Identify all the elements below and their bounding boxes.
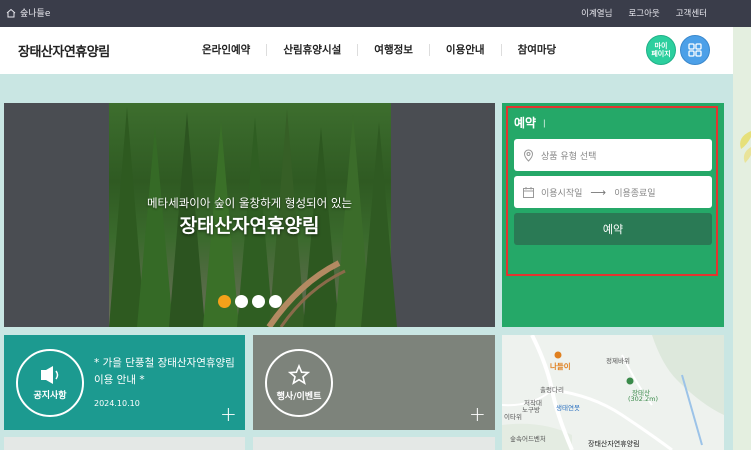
map-label-forest: 장태산자연휴양림 xyxy=(588,440,640,448)
nav-forest-facilities[interactable]: 산림휴양시설 xyxy=(266,44,357,56)
nav-participation[interactable]: 참여마당 xyxy=(500,44,573,56)
notice-label: 공지사항 xyxy=(33,391,67,401)
date-range-field[interactable]: 이용시작일 ⟶ 이용종료일 xyxy=(514,176,712,208)
notice-more-button[interactable]: + xyxy=(220,404,237,424)
hero-title: 장태산자연휴양림 xyxy=(179,215,320,237)
bottom-card-left xyxy=(4,437,245,450)
notice-badge: 공지사항 xyxy=(16,349,84,417)
map-label-chulgeungdari: 출렁다리 xyxy=(540,386,564,394)
notice-date: 2024.10.10 xyxy=(94,399,140,408)
hero-subtitle: 메타세콰이아 숲이 울창하게 형성되어 있는 xyxy=(146,196,353,210)
product-type-select[interactable]: 상품 유형 선택 xyxy=(514,139,712,171)
reservation-panel: 예약 ㅣ 상품 유형 선택 이용시작일 ⟶ 이용종료일 예약 xyxy=(502,103,724,327)
customer-center-link[interactable]: 고객센터 xyxy=(676,7,707,19)
slide-dot-2[interactable] xyxy=(235,295,248,308)
top-utility-bar: 숲나들e 이계열님 로그아웃 고객센터 xyxy=(0,0,751,27)
utility-links: 이계열님 로그아웃 고객센터 xyxy=(581,7,707,19)
main-nav: 온라인예약 산림휴양시설 여행정보 이용안내 참여마당 xyxy=(186,44,572,56)
all-menu-button[interactable] xyxy=(680,35,710,65)
event-more-button[interactable]: + xyxy=(469,404,486,424)
map-label-nogupang: 노구방 xyxy=(522,406,540,414)
map-label-itaba: 이타위 xyxy=(504,413,522,421)
nav-usage-guide[interactable]: 이용안내 xyxy=(428,44,501,56)
grid-icon xyxy=(688,43,702,57)
map-label-narai: 나들이 xyxy=(550,362,571,371)
leaf-decoration-icon xyxy=(740,131,751,163)
bottom-card-right xyxy=(253,437,495,450)
reservation-title: 예약 ㅣ xyxy=(514,114,548,131)
reservation-title-mark: ㅣ xyxy=(540,120,549,130)
slide-dot-4[interactable] xyxy=(269,295,282,308)
end-date-placeholder[interactable]: 이용종료일 xyxy=(614,186,655,199)
reserve-button[interactable]: 예약 xyxy=(514,213,712,245)
home-label: 숲나들e xyxy=(20,9,51,19)
megaphone-icon xyxy=(41,366,59,384)
star-icon xyxy=(288,364,310,385)
logout-link[interactable]: 로그아웃 xyxy=(628,7,659,19)
mypage-button[interactable]: 마이 페이지 xyxy=(646,35,676,65)
arrow-right-icon: ⟶ xyxy=(590,185,607,199)
bridge-graphic xyxy=(266,260,346,327)
slide-indicators xyxy=(218,295,282,308)
home-icon xyxy=(6,8,16,17)
home-link[interactable]: 숲나들e xyxy=(6,6,50,19)
location-pin-icon xyxy=(523,148,534,162)
event-card[interactable]: 행사/이벤트 + xyxy=(253,335,495,430)
map-label-sukei: 숲속어드벤처 xyxy=(510,435,546,443)
event-badge: 행사/이벤트 xyxy=(265,349,333,417)
mypage-label: 마이 페이지 xyxy=(651,42,671,58)
hero-banner[interactable]: 메타세콰이아 숲이 울창하게 형성되어 있는 장태산자연휴양림 xyxy=(4,103,495,327)
event-label: 행사/이벤트 xyxy=(276,392,322,402)
slide-dot-1[interactable] xyxy=(218,295,231,308)
map-label-saengtae: 생태연못 xyxy=(556,404,580,412)
start-date-placeholder[interactable]: 이용시작일 xyxy=(541,186,582,199)
user-name-link[interactable]: 이계열님 xyxy=(581,7,612,19)
product-type-placeholder: 상품 유형 선택 xyxy=(541,151,597,162)
site-logo[interactable]: 장태산자연휴양림 xyxy=(18,41,110,60)
nav-online-reservation[interactable]: 온라인예약 xyxy=(186,44,266,56)
notice-card[interactable]: 공지사항 * 가을 단풍철 장태산자연휴양림 이용 안내 * 2024.10.1… xyxy=(4,335,245,430)
map-label-elevation: (302.2m) xyxy=(628,395,659,403)
location-map[interactable]: 나들이 정제바위 출렁다리 저작대 노구방 생태연못 이타위 장태산 (302.… xyxy=(502,335,724,450)
page-scroll-strip xyxy=(733,27,751,450)
reservation-title-text: 예약 xyxy=(514,116,537,130)
notice-text[interactable]: * 가을 단풍철 장태산자연휴양림 이용 안내 * xyxy=(94,355,242,389)
calendar-icon xyxy=(523,186,534,198)
slide-dot-3[interactable] xyxy=(252,295,265,308)
nav-travel-info[interactable]: 여행정보 xyxy=(357,44,429,56)
map-label-jeongje: 정제바위 xyxy=(606,357,630,365)
site-header: 장태산자연휴양림 온라인예약 산림휴양시설 여행정보 이용안내 참여마당 마이 … xyxy=(0,27,733,74)
